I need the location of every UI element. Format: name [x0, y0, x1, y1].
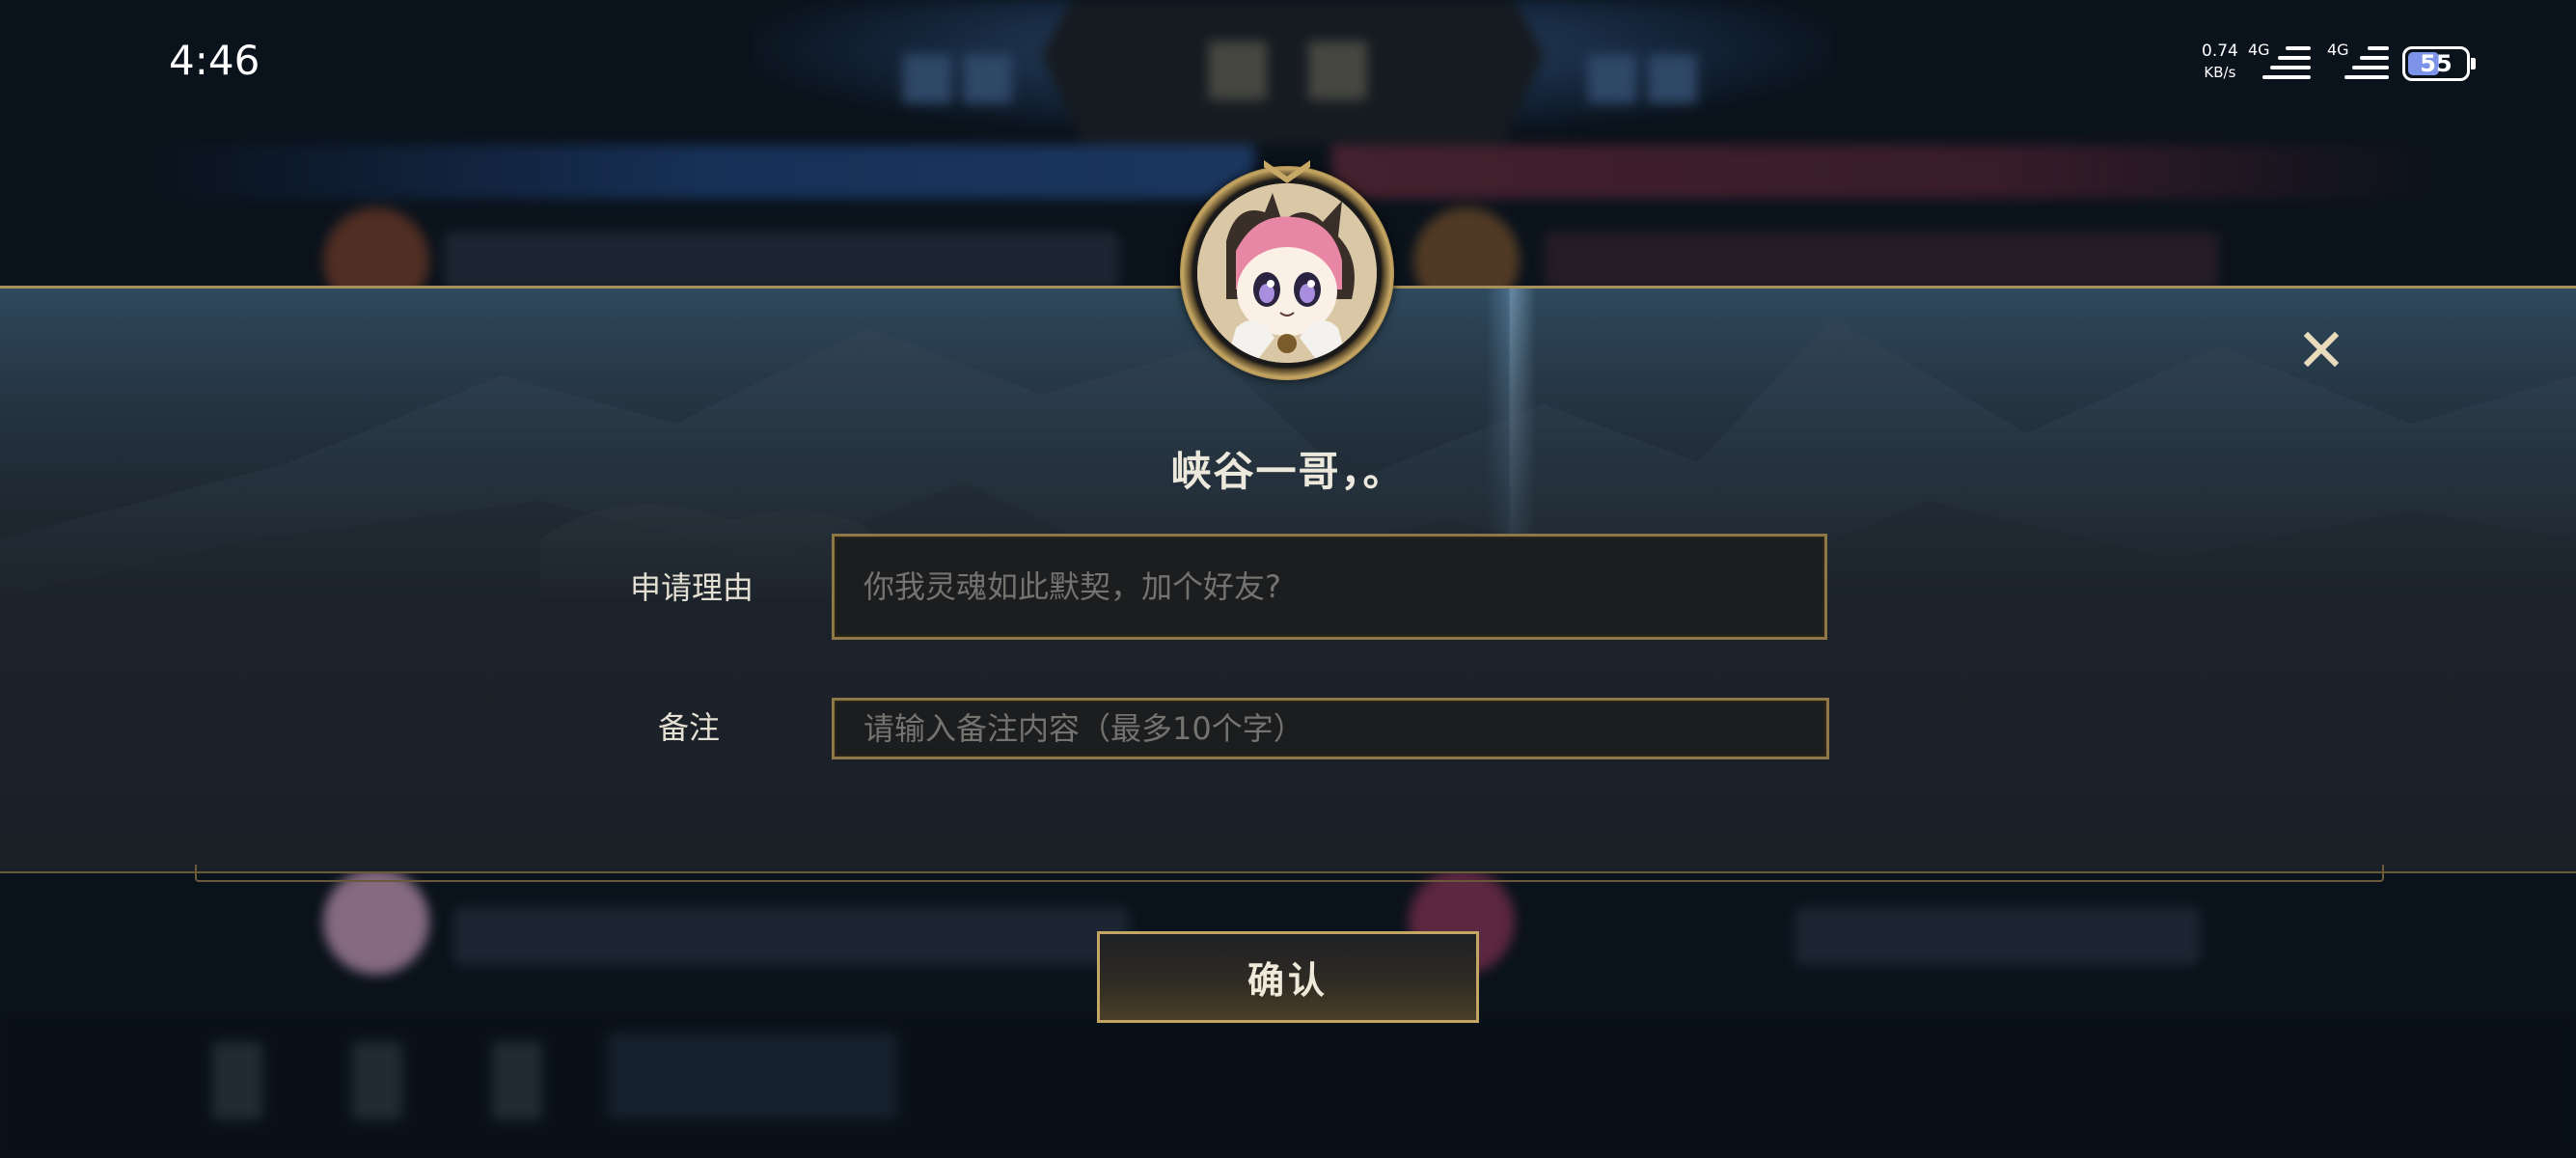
note-input[interactable]	[832, 698, 1829, 759]
signal-icon	[2344, 46, 2389, 85]
network-speed-value: 0.74	[2202, 41, 2238, 61]
battery-level: 55	[2420, 50, 2453, 77]
status-time: 4:46	[169, 37, 260, 84]
confirm-button[interactable]: 确认	[1097, 931, 1479, 1023]
avatar-character-drawing	[1197, 183, 1377, 363]
reason-input[interactable]	[832, 534, 1827, 640]
battery-cap	[2471, 58, 2476, 69]
panel-bottom-rim	[195, 865, 2384, 882]
network-speed-unit: KB/s	[2204, 64, 2236, 81]
reason-label: 申请理由	[630, 569, 754, 606]
note-label: 备注	[658, 709, 721, 746]
close-icon	[2303, 331, 2340, 371]
avatar-portrait	[1197, 183, 1377, 363]
network-speed: 0.74 KB/s	[2202, 41, 2238, 83]
player-name-title: 峡谷一哥，。	[1170, 448, 1406, 495]
close-button[interactable]	[2296, 326, 2346, 376]
signal-icon	[2262, 46, 2311, 85]
